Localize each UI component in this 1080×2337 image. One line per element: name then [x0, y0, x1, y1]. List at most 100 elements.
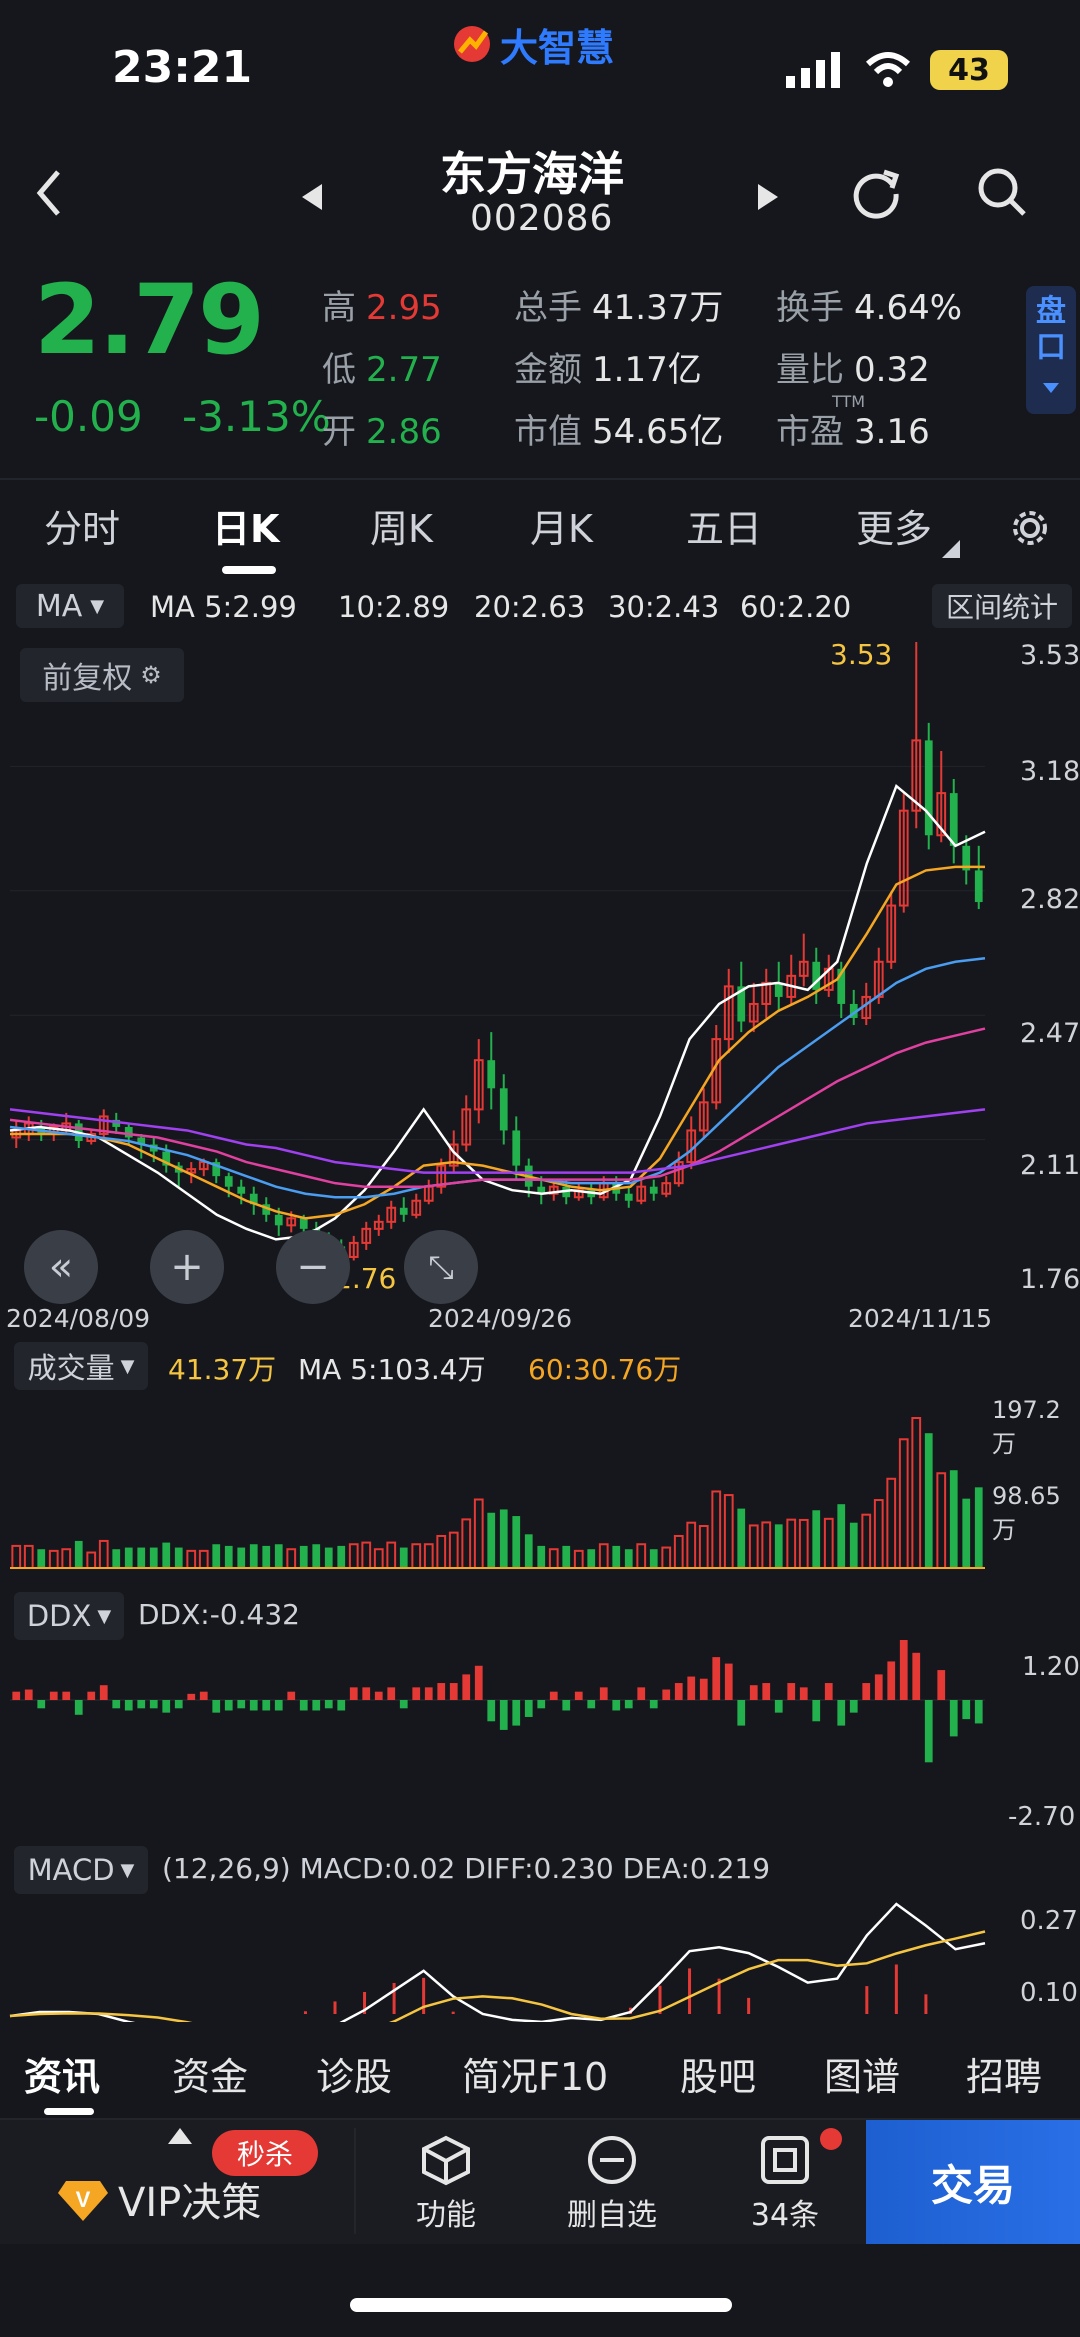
tab-monthly-k[interactable]: 月K	[530, 498, 593, 553]
minus-icon: −	[296, 1244, 330, 1290]
messages-button[interactable]: 34条	[740, 2134, 830, 2234]
quote-vol-ratio: 量比 0.32	[776, 350, 930, 390]
next-stock-icon[interactable]	[756, 182, 780, 212]
ma30-value: 30:2.43	[608, 590, 720, 624]
quote-amount: 金额 1.17亿	[514, 350, 702, 390]
ddx-bar-positive	[699, 1678, 708, 1700]
refresh-icon[interactable]	[848, 164, 904, 220]
ddx-bar-negative	[137, 1700, 146, 1709]
volume-bar-down	[812, 1510, 821, 1568]
volume-bar-up	[23, 1544, 34, 1570]
ddx-bar-positive	[12, 1691, 21, 1700]
volume-bar-up	[548, 1548, 559, 1569]
fullscreen-button[interactable]: ⤡	[404, 1230, 478, 1304]
ddx-indicator-selector[interactable]: DDX ▼	[14, 1592, 124, 1640]
volume-indicator-selector[interactable]: 成交量 ▼	[14, 1342, 148, 1390]
function-button[interactable]: 功能	[406, 2134, 486, 2234]
ddx-bar-positive	[374, 1691, 383, 1700]
ddx-bar-positive	[24, 1689, 33, 1700]
tab-diagnose[interactable]: 诊股	[316, 2046, 392, 2101]
tab-more[interactable]: 更多	[856, 498, 932, 553]
price-axis-label: 2.82	[1020, 884, 1080, 915]
tab-intraday[interactable]: 分时	[44, 498, 120, 553]
tab-f10[interactable]: 简况F10	[462, 2046, 608, 2101]
ddx-bar-negative	[299, 1700, 308, 1711]
candle-body-down	[299, 1218, 308, 1229]
settings-gear-icon[interactable]	[1010, 508, 1050, 548]
expand-icon: ⤡	[428, 1247, 454, 1286]
volume-bar-up	[373, 1548, 384, 1569]
ddx-bar-negative	[737, 1700, 746, 1726]
ddx-bar-positive	[874, 1674, 883, 1700]
volume-bar-up	[873, 1499, 884, 1569]
volume-bar-up	[723, 1494, 734, 1569]
volume-bar-up	[761, 1521, 772, 1569]
volume-bar-down	[112, 1549, 121, 1568]
kline-chart[interactable]	[0, 630, 1080, 1330]
ddx-chart	[10, 1640, 985, 1763]
volume-bar-down	[562, 1545, 571, 1568]
volume-bar-up	[636, 1543, 647, 1569]
tab-funds[interactable]: 资金	[172, 2046, 248, 2101]
tab-news[interactable]: 资讯	[24, 2046, 100, 2101]
ddx-bar-positive	[674, 1683, 683, 1700]
quote-high: 高 2.95	[322, 288, 442, 328]
volume-bar-up	[861, 1513, 872, 1569]
tab-five-day[interactable]: 五日	[686, 498, 762, 553]
volume-bar-up	[748, 1524, 759, 1569]
ddx-bar-positive	[424, 1687, 433, 1700]
divider	[354, 2128, 356, 2234]
tab-daily-k[interactable]: 日K	[212, 498, 279, 553]
volume-bar-down	[649, 1549, 658, 1568]
tab-forum[interactable]: 股吧	[680, 2046, 756, 2101]
trade-button[interactable]: 交易	[866, 2120, 1080, 2244]
message-box-icon	[761, 2136, 809, 2184]
zoom-out-button[interactable]: −	[276, 1230, 350, 1304]
volume-bar-up	[686, 1521, 697, 1570]
ddx-bar-negative	[324, 1700, 333, 1709]
price-axis-label: 3.53	[1020, 640, 1080, 671]
tab-jobs[interactable]: 招聘	[966, 2046, 1042, 2101]
vip-label: VIP决策	[118, 2180, 262, 2226]
pankou-button[interactable]: 盘口	[1026, 286, 1076, 414]
ddx-bar-positive	[824, 1683, 833, 1700]
date-label: 2024/08/09	[6, 1304, 151, 1333]
home-indicator[interactable]	[350, 2298, 732, 2312]
volume-bar-up	[423, 1543, 434, 1569]
unread-dot	[820, 2128, 842, 2150]
macd-axis-top: 0.27	[1020, 1906, 1078, 1936]
prev-stock-icon[interactable]	[300, 182, 324, 212]
quote-low: 低 2.77	[322, 350, 442, 390]
volume-bar-down	[849, 1522, 858, 1568]
volume-bar-down	[774, 1524, 783, 1568]
ddx-bar-negative	[624, 1700, 633, 1709]
bottom-tab-indicator	[44, 2108, 94, 2115]
change-percent: -3.13%	[182, 392, 331, 441]
ddx-axis-bottom: -2.70	[1008, 1802, 1076, 1832]
double-chevron-left-icon: «	[48, 1244, 74, 1290]
ma20-value: 20:2.63	[474, 590, 586, 624]
volume-bar-down	[537, 1545, 546, 1568]
messages-label: 34条	[750, 2198, 820, 2233]
ddx-bar-positive	[787, 1683, 796, 1700]
more-caret-icon	[942, 540, 960, 558]
function-label: 功能	[416, 2198, 476, 2233]
back-icon[interactable]	[34, 168, 64, 218]
scroll-left-button[interactable]: «	[24, 1230, 98, 1304]
volume-bar-up	[186, 1549, 197, 1569]
tab-weekly-k[interactable]: 周K	[370, 498, 433, 553]
remove-watchlist-button[interactable]: 删自选	[562, 2134, 662, 2234]
tab-graph[interactable]: 图谱	[824, 2046, 900, 2101]
ddx-bar-negative	[962, 1700, 971, 1720]
ma-selector[interactable]: MA ▼	[16, 584, 124, 628]
ma-line-ma10	[10, 865, 985, 1220]
search-icon[interactable]	[974, 164, 1030, 220]
ddx-bar-positive	[899, 1640, 908, 1700]
macd-indicator-selector[interactable]: MACD ▼	[14, 1846, 148, 1894]
vip-decision-button[interactable]: V VIP决策	[58, 2170, 261, 2228]
zoom-in-button[interactable]: +	[150, 1230, 224, 1304]
range-stats-button[interactable]: 区间统计	[932, 584, 1072, 628]
volume-bar-up	[436, 1534, 447, 1569]
volume-bar-down	[249, 1544, 258, 1568]
ddx-bar-positive	[449, 1683, 458, 1700]
